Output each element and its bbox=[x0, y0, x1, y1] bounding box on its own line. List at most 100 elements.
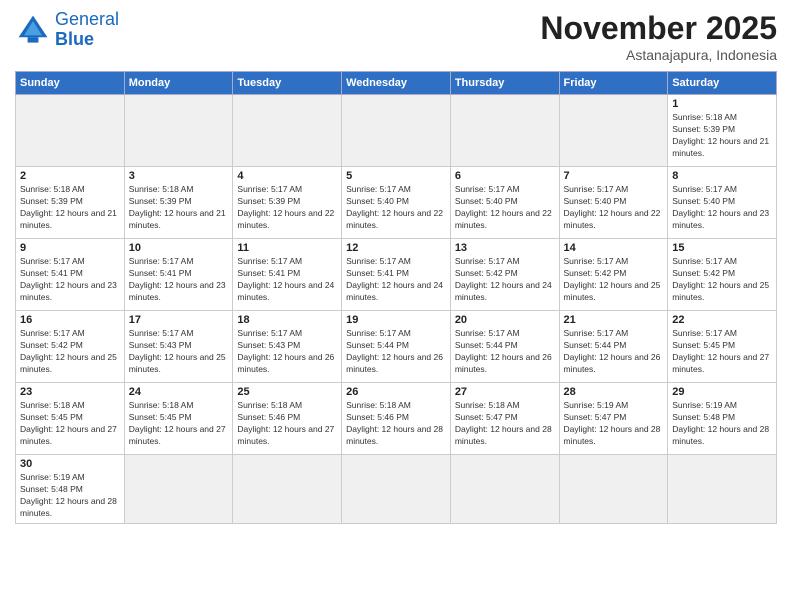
day-info: Sunrise: 5:18 AMSunset: 5:39 PMDaylight:… bbox=[672, 112, 772, 160]
day-number: 23 bbox=[20, 386, 120, 398]
page: General Blue November 2025 Astanajapura,… bbox=[0, 0, 792, 612]
day-info: Sunrise: 5:18 AMSunset: 5:46 PMDaylight:… bbox=[237, 400, 337, 448]
day-number: 17 bbox=[129, 314, 229, 326]
day-info: Sunrise: 5:17 AMSunset: 5:44 PMDaylight:… bbox=[564, 328, 664, 376]
empty-cell bbox=[559, 455, 668, 524]
day-info: Sunrise: 5:18 AMSunset: 5:45 PMDaylight:… bbox=[129, 400, 229, 448]
logo-icon bbox=[15, 12, 51, 48]
day-number: 18 bbox=[237, 314, 337, 326]
day-number: 10 bbox=[129, 242, 229, 254]
day-info: Sunrise: 5:17 AMSunset: 5:41 PMDaylight:… bbox=[20, 256, 120, 304]
month-title: November 2025 bbox=[540, 10, 777, 47]
day-number: 19 bbox=[346, 314, 446, 326]
day-info: Sunrise: 5:17 AMSunset: 5:41 PMDaylight:… bbox=[129, 256, 229, 304]
header: General Blue November 2025 Astanajapura,… bbox=[15, 10, 777, 63]
day-info: Sunrise: 5:17 AMSunset: 5:43 PMDaylight:… bbox=[129, 328, 229, 376]
day-1: 1 Sunrise: 5:18 AMSunset: 5:39 PMDayligh… bbox=[668, 95, 777, 167]
day-info: Sunrise: 5:19 AMSunset: 5:48 PMDaylight:… bbox=[672, 400, 772, 448]
header-monday: Monday bbox=[124, 72, 233, 95]
day-number: 6 bbox=[455, 170, 555, 182]
day-number: 28 bbox=[564, 386, 664, 398]
day-15: 15 Sunrise: 5:17 AMSunset: 5:42 PMDaylig… bbox=[668, 239, 777, 311]
day-info: Sunrise: 5:19 AMSunset: 5:48 PMDaylight:… bbox=[20, 472, 120, 520]
table-row: 30 Sunrise: 5:19 AMSunset: 5:48 PMDaylig… bbox=[16, 455, 777, 524]
day-10: 10 Sunrise: 5:17 AMSunset: 5:41 PMDaylig… bbox=[124, 239, 233, 311]
day-info: Sunrise: 5:18 AMSunset: 5:45 PMDaylight:… bbox=[20, 400, 120, 448]
day-number: 13 bbox=[455, 242, 555, 254]
day-number: 21 bbox=[564, 314, 664, 326]
empty-cell bbox=[342, 455, 451, 524]
day-number: 30 bbox=[20, 458, 120, 470]
empty-cell bbox=[124, 95, 233, 167]
day-5: 5 Sunrise: 5:17 AMSunset: 5:40 PMDayligh… bbox=[342, 167, 451, 239]
table-row: 23 Sunrise: 5:18 AMSunset: 5:45 PMDaylig… bbox=[16, 383, 777, 455]
day-21: 21 Sunrise: 5:17 AMSunset: 5:44 PMDaylig… bbox=[559, 311, 668, 383]
day-number: 14 bbox=[564, 242, 664, 254]
day-info: Sunrise: 5:17 AMSunset: 5:42 PMDaylight:… bbox=[20, 328, 120, 376]
day-6: 6 Sunrise: 5:17 AMSunset: 5:40 PMDayligh… bbox=[450, 167, 559, 239]
day-info: Sunrise: 5:18 AMSunset: 5:46 PMDaylight:… bbox=[346, 400, 446, 448]
calendar: Sunday Monday Tuesday Wednesday Thursday… bbox=[15, 71, 777, 524]
day-info: Sunrise: 5:17 AMSunset: 5:44 PMDaylight:… bbox=[455, 328, 555, 376]
day-info: Sunrise: 5:18 AMSunset: 5:39 PMDaylight:… bbox=[20, 184, 120, 232]
weekday-header-row: Sunday Monday Tuesday Wednesday Thursday… bbox=[16, 72, 777, 95]
day-8: 8 Sunrise: 5:17 AMSunset: 5:40 PMDayligh… bbox=[668, 167, 777, 239]
day-number: 15 bbox=[672, 242, 772, 254]
day-number: 8 bbox=[672, 170, 772, 182]
day-info: Sunrise: 5:17 AMSunset: 5:39 PMDaylight:… bbox=[237, 184, 337, 232]
day-22: 22 Sunrise: 5:17 AMSunset: 5:45 PMDaylig… bbox=[668, 311, 777, 383]
day-number: 5 bbox=[346, 170, 446, 182]
empty-cell bbox=[124, 455, 233, 524]
empty-cell bbox=[342, 95, 451, 167]
day-info: Sunrise: 5:17 AMSunset: 5:40 PMDaylight:… bbox=[564, 184, 664, 232]
day-number: 16 bbox=[20, 314, 120, 326]
subtitle: Astanajapura, Indonesia bbox=[540, 47, 777, 63]
day-info: Sunrise: 5:17 AMSunset: 5:40 PMDaylight:… bbox=[455, 184, 555, 232]
day-number: 9 bbox=[20, 242, 120, 254]
day-number: 4 bbox=[237, 170, 337, 182]
day-11: 11 Sunrise: 5:17 AMSunset: 5:41 PMDaylig… bbox=[233, 239, 342, 311]
title-block: November 2025 Astanajapura, Indonesia bbox=[540, 10, 777, 63]
day-number: 7 bbox=[564, 170, 664, 182]
day-12: 12 Sunrise: 5:17 AMSunset: 5:41 PMDaylig… bbox=[342, 239, 451, 311]
day-info: Sunrise: 5:17 AMSunset: 5:42 PMDaylight:… bbox=[455, 256, 555, 304]
day-number: 1 bbox=[672, 98, 772, 110]
empty-cell bbox=[233, 455, 342, 524]
day-2: 2 Sunrise: 5:18 AMSunset: 5:39 PMDayligh… bbox=[16, 167, 125, 239]
day-24: 24 Sunrise: 5:18 AMSunset: 5:45 PMDaylig… bbox=[124, 383, 233, 455]
day-number: 3 bbox=[129, 170, 229, 182]
day-30: 30 Sunrise: 5:19 AMSunset: 5:48 PMDaylig… bbox=[16, 455, 125, 524]
day-28: 28 Sunrise: 5:19 AMSunset: 5:47 PMDaylig… bbox=[559, 383, 668, 455]
day-info: Sunrise: 5:19 AMSunset: 5:47 PMDaylight:… bbox=[564, 400, 664, 448]
day-17: 17 Sunrise: 5:17 AMSunset: 5:43 PMDaylig… bbox=[124, 311, 233, 383]
day-info: Sunrise: 5:17 AMSunset: 5:45 PMDaylight:… bbox=[672, 328, 772, 376]
table-row: 1 Sunrise: 5:18 AMSunset: 5:39 PMDayligh… bbox=[16, 95, 777, 167]
day-27: 27 Sunrise: 5:18 AMSunset: 5:47 PMDaylig… bbox=[450, 383, 559, 455]
day-number: 29 bbox=[672, 386, 772, 398]
table-row: 16 Sunrise: 5:17 AMSunset: 5:42 PMDaylig… bbox=[16, 311, 777, 383]
day-number: 25 bbox=[237, 386, 337, 398]
empty-cell bbox=[450, 95, 559, 167]
day-18: 18 Sunrise: 5:17 AMSunset: 5:43 PMDaylig… bbox=[233, 311, 342, 383]
day-info: Sunrise: 5:17 AMSunset: 5:43 PMDaylight:… bbox=[237, 328, 337, 376]
day-info: Sunrise: 5:17 AMSunset: 5:40 PMDaylight:… bbox=[346, 184, 446, 232]
day-13: 13 Sunrise: 5:17 AMSunset: 5:42 PMDaylig… bbox=[450, 239, 559, 311]
day-3: 3 Sunrise: 5:18 AMSunset: 5:39 PMDayligh… bbox=[124, 167, 233, 239]
day-29: 29 Sunrise: 5:19 AMSunset: 5:48 PMDaylig… bbox=[668, 383, 777, 455]
empty-cell bbox=[16, 95, 125, 167]
table-row: 9 Sunrise: 5:17 AMSunset: 5:41 PMDayligh… bbox=[16, 239, 777, 311]
day-14: 14 Sunrise: 5:17 AMSunset: 5:42 PMDaylig… bbox=[559, 239, 668, 311]
day-info: Sunrise: 5:18 AMSunset: 5:47 PMDaylight:… bbox=[455, 400, 555, 448]
day-19: 19 Sunrise: 5:17 AMSunset: 5:44 PMDaylig… bbox=[342, 311, 451, 383]
day-info: Sunrise: 5:17 AMSunset: 5:41 PMDaylight:… bbox=[237, 256, 337, 304]
table-row: 2 Sunrise: 5:18 AMSunset: 5:39 PMDayligh… bbox=[16, 167, 777, 239]
day-25: 25 Sunrise: 5:18 AMSunset: 5:46 PMDaylig… bbox=[233, 383, 342, 455]
day-info: Sunrise: 5:17 AMSunset: 5:42 PMDaylight:… bbox=[672, 256, 772, 304]
day-number: 12 bbox=[346, 242, 446, 254]
day-number: 27 bbox=[455, 386, 555, 398]
header-thursday: Thursday bbox=[450, 72, 559, 95]
day-number: 26 bbox=[346, 386, 446, 398]
day-16: 16 Sunrise: 5:17 AMSunset: 5:42 PMDaylig… bbox=[16, 311, 125, 383]
day-number: 2 bbox=[20, 170, 120, 182]
day-number: 11 bbox=[237, 242, 337, 254]
